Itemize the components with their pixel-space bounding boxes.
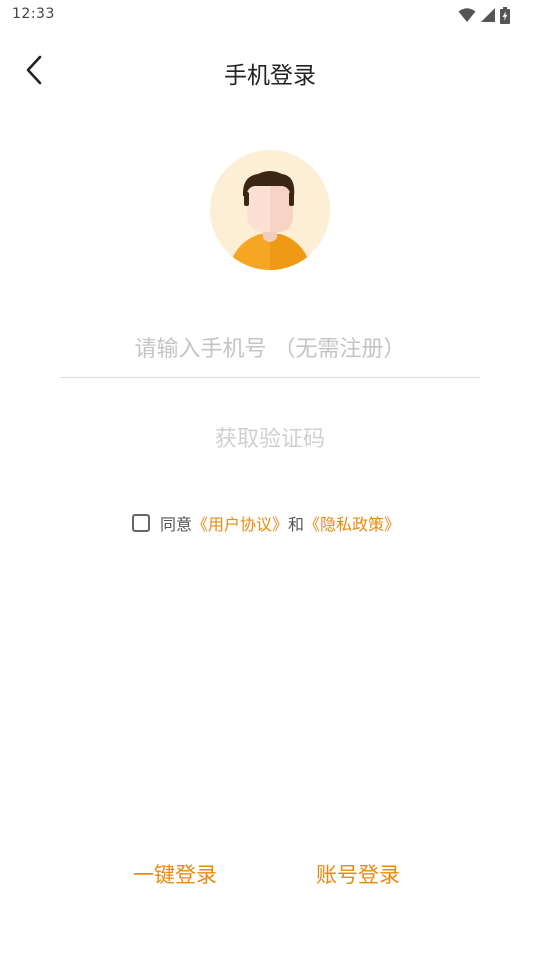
signal-icon xyxy=(481,8,495,22)
avatar xyxy=(210,150,330,270)
wifi-icon xyxy=(458,8,476,22)
phone-number-input[interactable] xyxy=(60,322,480,376)
get-code-button[interactable]: 获取验证码 xyxy=(170,420,370,460)
status-bar: 12:33 xyxy=(0,0,540,32)
user-avatar-icon xyxy=(210,150,330,270)
quick-login-button[interactable]: 一键登录 xyxy=(133,858,217,892)
agreement-row: 同意 《用户协议》 和 《隐私政策》 xyxy=(132,510,400,536)
account-login-button[interactable]: 账号登录 xyxy=(316,858,400,892)
agreement-checkbox[interactable] xyxy=(132,514,150,532)
privacy-policy-link[interactable]: 《隐私政策》 xyxy=(304,511,400,535)
agreement-conjunction: 和 xyxy=(288,515,305,534)
page-title: 手机登录 xyxy=(224,63,316,89)
battery-icon xyxy=(500,6,510,24)
header: 手机登录 xyxy=(0,42,540,98)
user-agreement-link[interactable]: 《用户协议》 xyxy=(192,511,288,535)
phone-input-container xyxy=(60,322,480,378)
status-icons xyxy=(458,6,510,24)
agreement-prefix: 同意 xyxy=(160,515,193,534)
status-time: 12:33 xyxy=(12,6,55,22)
